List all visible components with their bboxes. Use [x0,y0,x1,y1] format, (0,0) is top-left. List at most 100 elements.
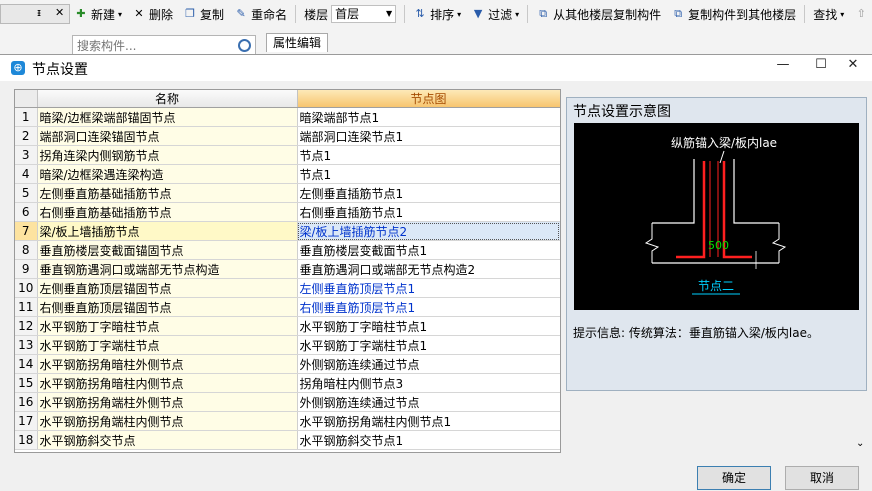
row-name: 暗梁/边框梁端部锚固节点 [37,107,298,127]
column-header-name[interactable]: 名称 [37,90,298,108]
row-name: 水平钢筋丁字端柱节点 [37,335,298,355]
row-node[interactable]: 垂直筋遇洞口或端部无节点构造2 [297,259,560,279]
table-row[interactable]: 1 暗梁/边框梁端部锚固节点 暗梁端部节点1 [15,107,560,127]
new-button[interactable]: ✚ 新建 ▾ [72,6,124,23]
filter-button[interactable]: ▼ 过滤 ▾ [469,6,521,23]
toolbar-separator [295,5,297,23]
break-mark-right [771,223,787,263]
table-row[interactable]: 4 暗梁/边框梁遇连梁构造 节点1 [15,164,560,184]
row-node[interactable]: 节点1 [297,145,560,165]
row-node[interactable]: 水平钢筋斜交节点1 [297,430,560,450]
row-number: 16 [15,392,38,412]
pin-icon[interactable]: ᵻ [37,6,41,19]
node-preview-panel: 节点设置示意图 纵筋锚入梁/板内lae 500 节点二 提示信息: 传统算法：垂… [566,97,867,391]
rename-icon: ✎ [236,7,246,20]
search-input[interactable] [73,36,229,55]
column-header-node[interactable]: 节点图 [297,90,560,108]
tab-property-edit[interactable]: 属性编辑 [266,33,329,52]
arrow-up-icon: ⇧ [856,7,866,20]
table-row[interactable]: 17 水平钢筋拐角端柱内侧节点 水平钢筋拐角端柱内侧节点1 [15,411,560,431]
row-name: 水平钢筋拐角端柱外侧节点 [37,392,298,412]
row-name: 梁/板上墙插筋节点 [37,221,298,241]
row-number: 4 [15,164,38,184]
table-row[interactable]: 14 水平钢筋拐角暗柱外侧节点 外侧钢筋连续通过节点 [15,354,560,374]
ok-button[interactable]: 确定 [697,466,771,490]
table-row[interactable]: 5 左侧垂直筋基础插筋节点 左侧垂直插筋节点1 [15,183,560,203]
row-node[interactable]: 水平钢筋丁字暗柱节点1 [297,316,560,336]
table-row[interactable]: 18 水平钢筋斜交节点 水平钢筋斜交节点1 [15,430,560,450]
row-number: 1 [15,107,38,127]
table-row[interactable]: 11 右侧垂直筋顶层锚固节点 右侧垂直筋顶层节点1 [15,297,560,317]
app-logo-icon: ⊕ [11,61,25,75]
table-row[interactable]: 16 水平钢筋拐角端柱外侧节点 外侧钢筋连续通过节点 [15,392,560,412]
row-name: 右侧垂直筋顶层锚固节点 [37,297,298,317]
toolbar-separator [804,5,806,23]
row-node[interactable]: 右侧垂直插筋节点1 [297,202,560,222]
row-node[interactable]: 端部洞口连梁节点1 [297,126,560,146]
close-icon[interactable]: ✕ [838,55,868,77]
row-node[interactable]: 外侧钢筋连续通过节点 [297,392,560,412]
row-number: 12 [15,316,38,336]
minimize-icon[interactable]: — [768,55,798,77]
row-number: 13 [15,335,38,355]
row-node[interactable]: 暗梁端部节点1 [297,107,560,127]
row-node[interactable]: 水平钢筋丁字端柱节点1 [297,335,560,355]
row-number: 15 [15,373,38,393]
dialog-titlebar: ⊕ 节点设置 — ☐ ✕ [0,55,872,81]
dropdown-arrow-icon: ▾ [840,9,845,19]
row-name: 右侧垂直筋基础插筋节点 [37,202,298,222]
dialog-title: 节点设置 [32,62,88,78]
row-name: 垂直筋楼层变截面锚固节点 [37,240,298,260]
copy-icon: ❐ [185,7,195,20]
table-row[interactable]: 15 水平钢筋拐角暗柱内侧节点 拐角暗柱内侧节点3 [15,373,560,393]
row-node[interactable]: 左侧垂直筋顶层节点1 [297,278,560,298]
rename-button[interactable]: ✎ 重命名 [232,6,289,23]
table-row[interactable]: 12 水平钢筋丁字暗柱节点 水平钢筋丁字暗柱节点1 [15,316,560,336]
delete-button[interactable]: ✕ 删除 [130,6,175,23]
search-icon[interactable] [238,39,251,52]
table-row[interactable]: 9 垂直钢筋遇洞口或端部无节点构造 垂直筋遇洞口或端部无节点构造2 [15,259,560,279]
row-node[interactable]: 节点1 [297,164,560,184]
table-row[interactable]: 6 右侧垂直筋基础插筋节点 右侧垂直插筋节点1 [15,202,560,222]
row-node[interactable]: 外侧钢筋连续通过节点 [297,354,560,374]
node-settings-dialog: ⊕ 节点设置 — ☐ ✕ 名称 节点图 1 暗梁/边框梁端部锚固节点 暗梁端部节点1… [0,54,872,491]
row-node[interactable]: 右侧垂直筋顶层节点1 [297,297,560,317]
table-row[interactable]: 7 梁/板上墙插筋节点 梁/板上墙插筋节点2 [15,221,560,241]
delete-icon: ✕ [134,7,144,20]
cancel-button[interactable]: 取消 [785,466,859,490]
floor-control: 楼层 首层 ▼ [302,5,398,23]
row-node[interactable]: 梁/板上墙插筋节点2 [297,221,560,241]
row-name: 端部洞口连梁锚固节点 [37,126,298,146]
chevron-down-icon[interactable]: ⌄ [856,438,864,449]
table-row[interactable]: 2 端部洞口连梁锚固节点 端部洞口连梁节点1 [15,126,560,146]
copy-button[interactable]: ❐ 复制 [181,6,226,23]
find-button[interactable]: 查找 ▾ [811,6,846,23]
move-up-button[interactable]: ⇧ [852,7,870,21]
main-toolbar: ✚ 新建 ▾ ✕ 删除 ❐ 复制 ✎ 重命名 楼层 首层 ▼ ⇅ 排序 ▾ ▼ 过滤 ▾ ⧉ 从其他楼… [72,3,870,25]
row-name: 水平钢筋丁字暗柱节点 [37,316,298,336]
break-mark-left [644,223,660,263]
row-name: 左侧垂直筋顶层锚固节点 [37,278,298,298]
close-pane-icon[interactable]: ✕ [55,6,64,19]
maximize-icon[interactable]: ☐ [806,55,836,77]
row-node[interactable]: 垂直筋楼层变截面节点1 [297,240,560,260]
row-name: 水平钢筋拐角暗柱外侧节点 [37,354,298,374]
table-row[interactable]: 3 拐角连梁内侧钢筋节点 节点1 [15,145,560,165]
table-header: 名称 节点图 [15,90,560,108]
copy-to-other-floor-button[interactable]: ⧉ 复制构件到其他楼层 [669,6,798,23]
toolbar-separator [404,5,406,23]
preview-title: 节点设置示意图 [573,104,671,120]
table-row[interactable]: 10 左侧垂直筋顶层锚固节点 左侧垂直筋顶层节点1 [15,278,560,298]
copy-from-other-floor-button[interactable]: ⧉ 从其他楼层复制构件 [534,6,663,23]
row-node[interactable]: 水平钢筋拐角端柱内侧节点1 [297,411,560,431]
row-node[interactable]: 拐角暗柱内侧节点3 [297,373,560,393]
row-number: 3 [15,145,38,165]
table-row[interactable]: 8 垂直筋楼层变截面锚固节点 垂直筋楼层变截面节点1 [15,240,560,260]
sort-button[interactable]: ⇅ 排序 ▾ [411,6,463,23]
table-row[interactable]: 13 水平钢筋丁字端柱节点 水平钢筋丁字端柱节点1 [15,335,560,355]
node-diagram: 纵筋锚入梁/板内lae 500 节点二 [574,123,859,310]
row-node[interactable]: 左侧垂直插筋节点1 [297,183,560,203]
rebar-left [676,161,706,259]
row-number: 8 [15,240,38,260]
floor-select[interactable]: 首层 ▼ [331,5,397,23]
